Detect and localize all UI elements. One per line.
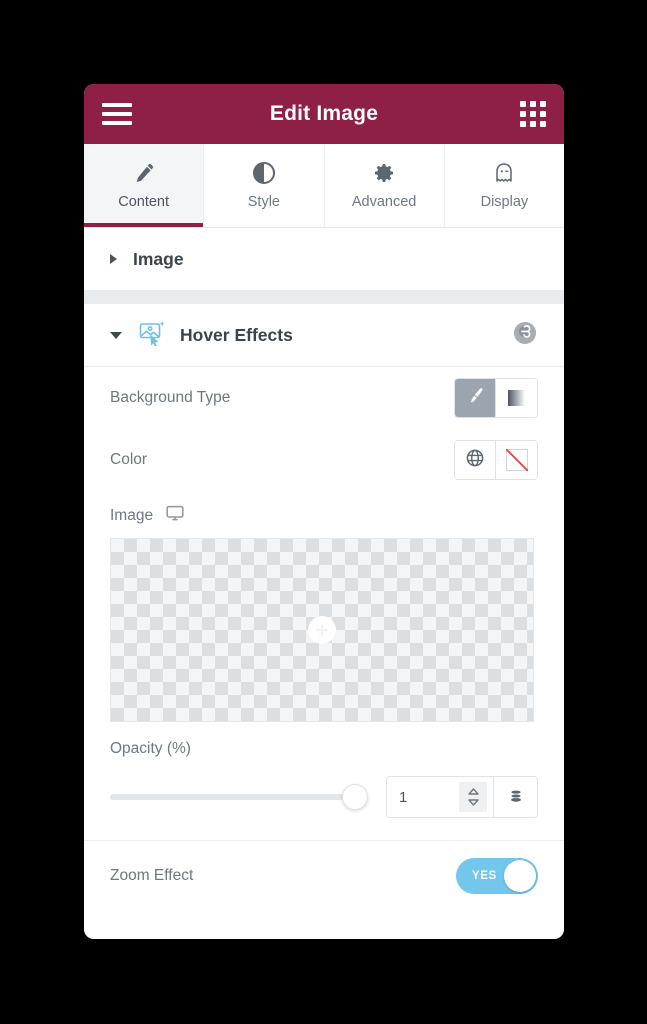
zoom-effect-toggle[interactable]: YES xyxy=(456,858,538,894)
control-label: Image xyxy=(110,506,154,524)
toggle-knob xyxy=(504,860,536,892)
tab-bar: Content Style Advanced Display xyxy=(84,144,564,228)
image-upload-dropzone[interactable] xyxy=(110,538,534,722)
tab-label: Advanced xyxy=(351,194,417,210)
opacity-slider[interactable] xyxy=(110,783,368,811)
tab-label: Content xyxy=(118,194,170,210)
desktop-monitor-icon[interactable] xyxy=(165,503,185,528)
control-background-type: Background Type xyxy=(84,367,564,429)
color-choices xyxy=(454,440,538,480)
control-label: Zoom Effect xyxy=(110,867,194,884)
pencil-icon xyxy=(132,161,156,185)
page-title: Edit Image xyxy=(269,102,379,125)
section-image[interactable]: Image xyxy=(84,228,564,290)
tab-display[interactable]: Display xyxy=(444,144,564,227)
hover-effects-body: Background Type Color Image Opacity (%) … xyxy=(84,366,564,939)
control-zoom-effect: Zoom Effect YES xyxy=(84,841,564,911)
no-color-button[interactable] xyxy=(496,441,537,479)
add-plus-icon[interactable] xyxy=(308,616,336,644)
opacity-number-group: 1 xyxy=(386,776,538,818)
database-stack-icon[interactable] xyxy=(493,777,537,817)
spinner-updown-icon[interactable] xyxy=(459,782,487,812)
gear-icon xyxy=(372,161,396,185)
control-label: Opacity (%) xyxy=(110,740,191,757)
apps-grid-icon[interactable] xyxy=(520,101,546,127)
slider-handle[interactable] xyxy=(342,784,368,810)
control-label: Color xyxy=(110,451,148,468)
tab-content[interactable]: Content xyxy=(84,144,205,227)
no-color-icon xyxy=(505,449,528,471)
tab-label: Display xyxy=(480,194,529,210)
toggle-state-label: YES xyxy=(472,870,497,882)
background-type-classic-button[interactable] xyxy=(455,379,496,417)
paint-brush-icon xyxy=(466,386,485,410)
contrast-icon xyxy=(252,161,276,185)
global-color-button[interactable] xyxy=(455,441,496,479)
chevron-down-icon xyxy=(110,331,122,339)
hamburger-menu-icon[interactable] xyxy=(102,103,132,125)
gradient-icon xyxy=(508,390,525,406)
globe-icon xyxy=(465,448,485,473)
chevron-right-icon xyxy=(110,254,117,264)
edit-image-panel: Edit Image Content Style Advanced Displa… xyxy=(84,84,564,939)
ghost-icon xyxy=(492,161,516,185)
section-title: Image xyxy=(133,248,184,269)
control-opacity-label-row: Opacity (%) xyxy=(84,722,564,776)
control-image: Image xyxy=(84,491,564,722)
tab-label: Style xyxy=(247,194,280,210)
opacity-input[interactable]: 1 xyxy=(387,777,453,817)
control-color: Color xyxy=(84,429,564,491)
background-type-choices xyxy=(454,378,538,418)
slider-track xyxy=(110,794,366,800)
tab-advanced[interactable]: Advanced xyxy=(324,144,445,227)
control-opacity: 1 xyxy=(84,776,564,824)
section-title: Hover Effects xyxy=(180,324,293,345)
screen-root: Edit Image Content Style Advanced Displa… xyxy=(0,0,647,1024)
control-label: Background Type xyxy=(110,389,231,406)
section-divider xyxy=(84,290,564,304)
panel-header: Edit Image xyxy=(84,84,564,144)
elementor-logo-icon[interactable] xyxy=(512,320,538,351)
background-type-gradient-button[interactable] xyxy=(496,379,537,417)
section-hover-effects[interactable]: Hover Effects xyxy=(84,304,564,366)
tab-style[interactable]: Style xyxy=(204,144,325,227)
hover-image-icon xyxy=(138,320,168,351)
